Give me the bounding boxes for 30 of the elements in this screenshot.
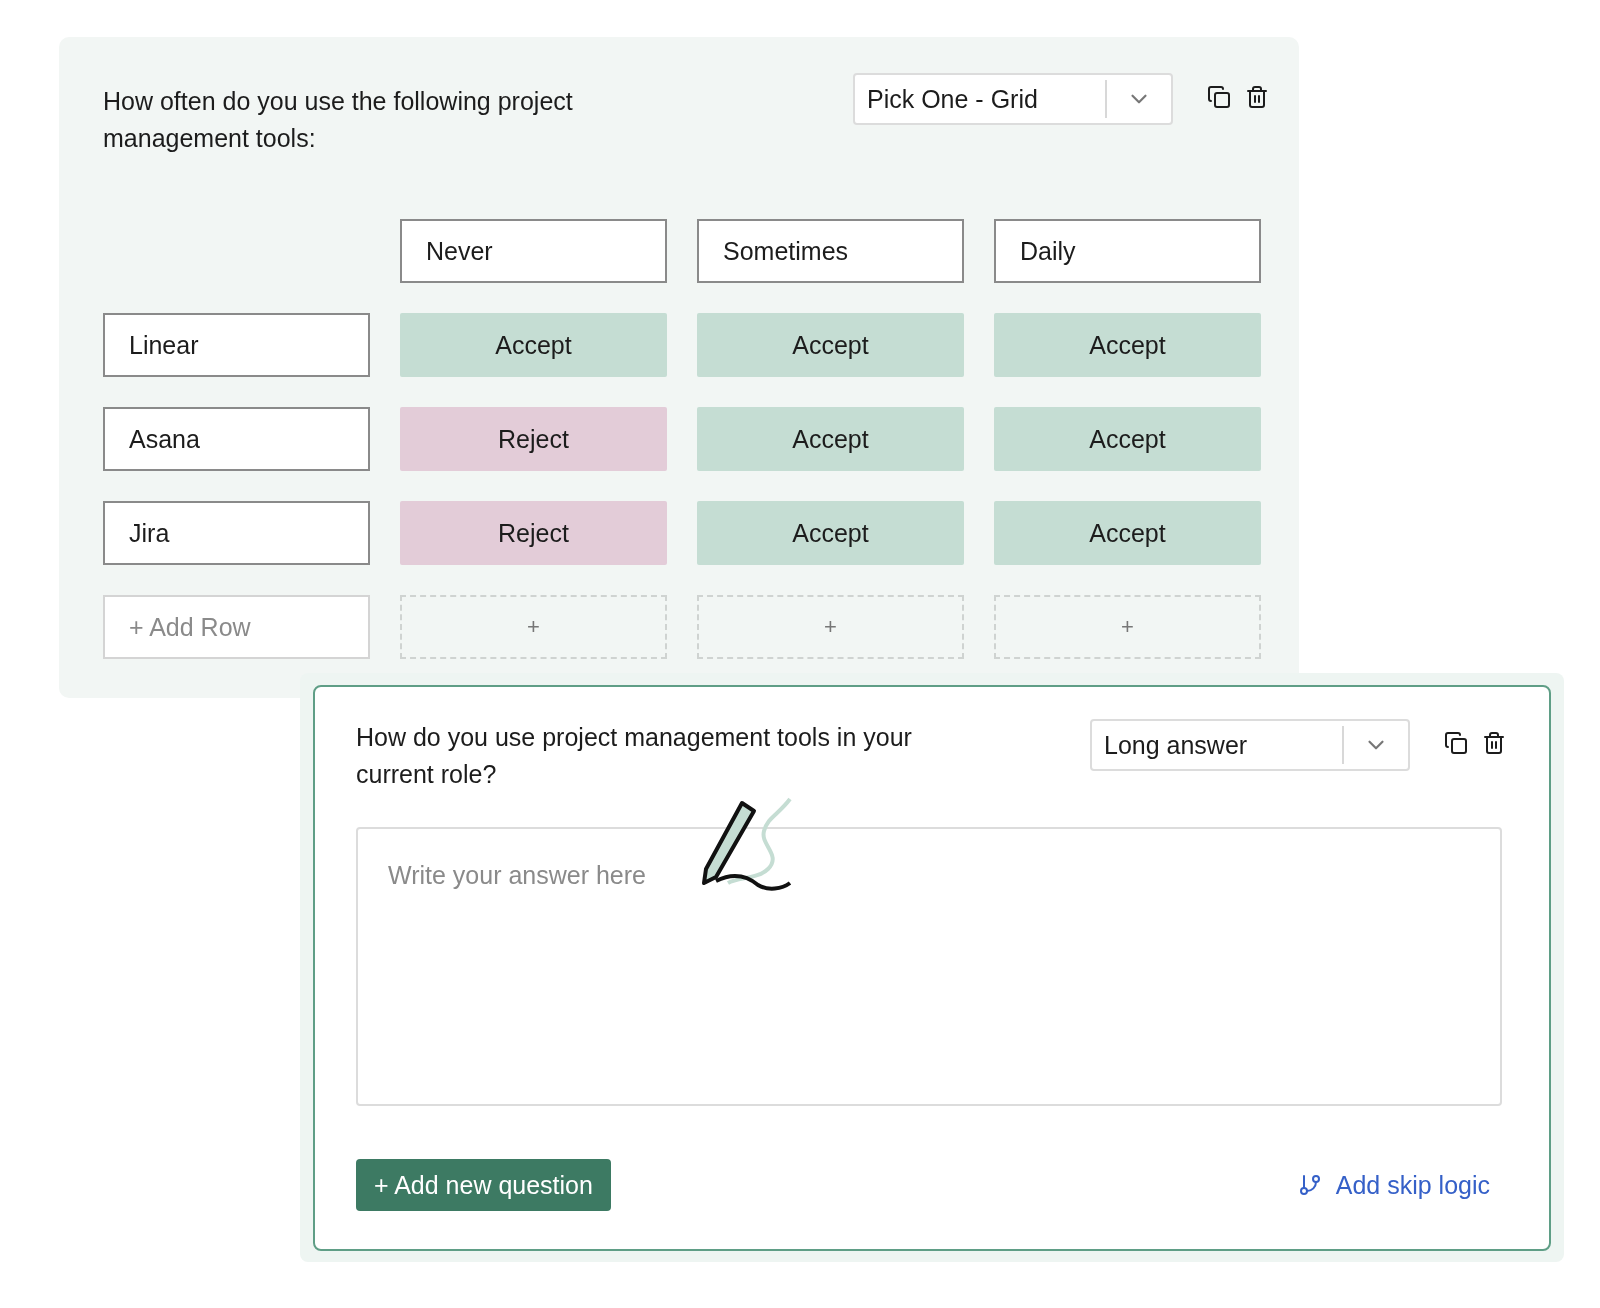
row-label-field[interactable]: Asana — [103, 407, 370, 471]
copy-icon[interactable] — [1207, 85, 1231, 109]
trash-icon[interactable] — [1245, 85, 1269, 109]
answer-field[interactable]: Write your answer here — [356, 827, 1502, 1106]
branch-icon — [1297, 1173, 1322, 1197]
reject-option[interactable]: Reject — [400, 407, 667, 471]
add-cell-button[interactable]: + — [697, 595, 964, 659]
column-header-field[interactable]: Daily — [994, 219, 1261, 283]
row-label-field[interactable]: Jira — [103, 501, 370, 565]
question-title: How often do you use the following project management tools: — [103, 86, 574, 154]
accept-option[interactable]: Accept — [994, 501, 1261, 565]
add-cell-button[interactable]: + — [994, 595, 1261, 659]
add-cell-button[interactable]: + — [400, 595, 667, 659]
question-type-dropdown[interactable]: Pick One - Grid — [853, 73, 1173, 125]
add-question-button[interactable]: + Add new question — [356, 1159, 611, 1211]
question-title: How do you use project management tools in your current role? — [356, 722, 913, 790]
accept-option[interactable]: Accept — [400, 313, 667, 377]
accept-option[interactable]: Accept — [697, 501, 964, 565]
accept-option[interactable]: Accept — [697, 313, 964, 377]
accept-option[interactable]: Accept — [994, 313, 1261, 377]
copy-icon[interactable] — [1444, 731, 1468, 755]
column-header-field[interactable]: Sometimes — [697, 219, 964, 283]
question-type-dropdown[interactable]: Long answer — [1090, 719, 1410, 771]
column-header-field[interactable]: Never — [400, 219, 667, 283]
trash-icon[interactable] — [1482, 731, 1506, 755]
row-label-field[interactable]: Linear — [103, 313, 370, 377]
accept-option[interactable]: Accept — [994, 407, 1261, 471]
accept-option[interactable]: Accept — [697, 407, 964, 471]
skip-logic-link[interactable]: Add skip logic — [1297, 1170, 1490, 1200]
reject-option[interactable]: Reject — [400, 501, 667, 565]
